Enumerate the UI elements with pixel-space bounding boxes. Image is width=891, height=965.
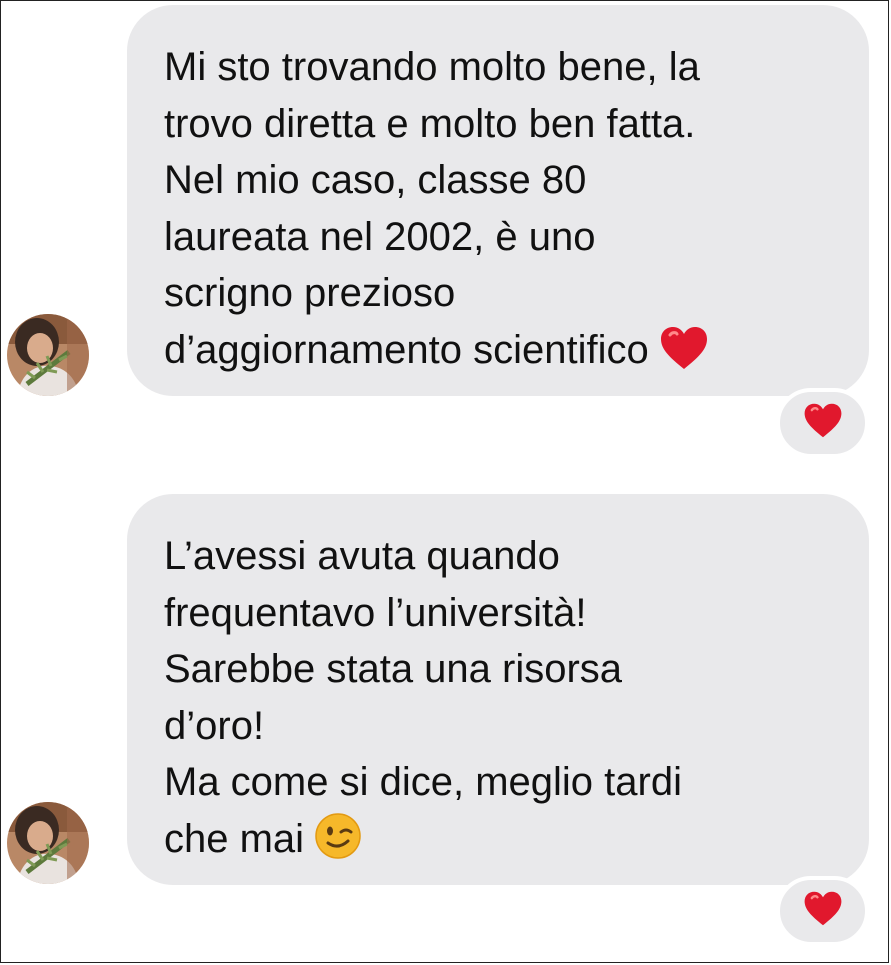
message-line: Ma come si dice, meglio tardi [164,760,682,804]
message-line: Sarebbe stata una risorsa [164,647,623,691]
message-line: scrigno prezioso [164,271,456,315]
message-line: laureata nel 2002, è uno [164,214,596,259]
message-line: frequentavo l’università! [164,590,587,635]
avatar-photo [7,314,89,396]
winking-face-icon [314,812,362,876]
message-line: L’avessi avuta quando [164,534,560,578]
message-line: Nel mio caso, classe 80 [164,158,587,202]
message-line: Mi sto trovando molto bene, la [164,45,700,89]
message-bubble[interactable]: Mi sto trovando molto bene, la trovo dir… [127,5,869,396]
message-line-last: d’aggiornamento scientifico [164,322,839,387]
message-line: trovo diretta e molto ben fatta. [164,101,696,146]
message-bubble[interactable]: L’avessi avuta quando frequentavo l’univ… [127,494,869,885]
message-line: d’oro! [164,703,265,748]
message-line-last: che mai [164,811,839,876]
message-line-text: che mai [164,816,305,861]
heart-icon [659,325,709,387]
heart-icon [803,402,843,444]
message-line-text: d’aggiornamento scientifico [164,327,649,372]
sender-avatar[interactable] [7,314,89,396]
reaction-badge[interactable] [776,876,869,946]
sender-avatar[interactable] [7,802,89,884]
avatar-photo [7,802,89,884]
heart-icon [803,890,843,932]
reaction-badge[interactable] [776,388,869,458]
